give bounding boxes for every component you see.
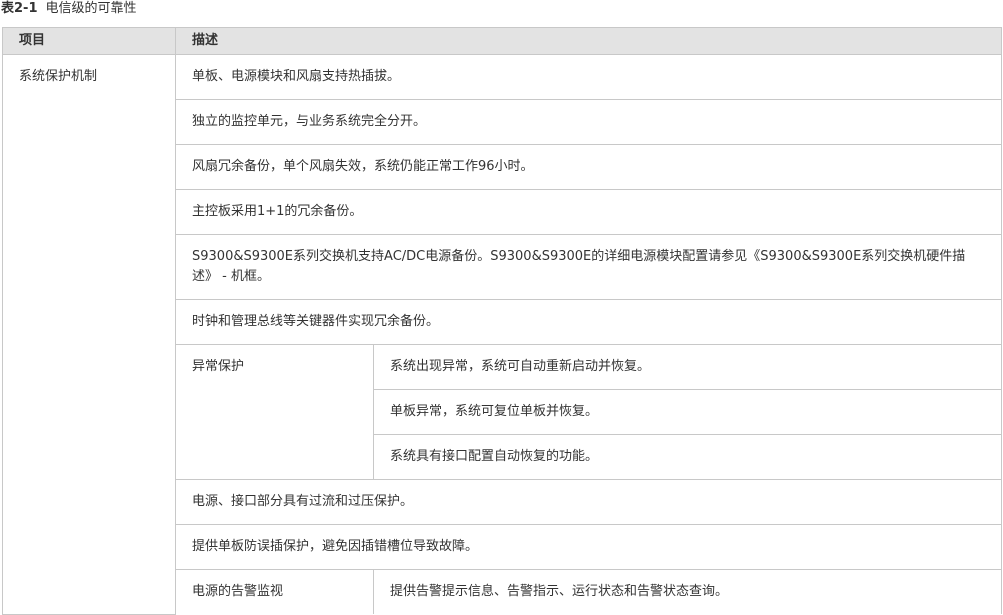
header-description: 描述 [174, 27, 1003, 55]
table-header-row: 项目 描述 [2, 27, 1003, 55]
header-item: 项目 [2, 27, 176, 55]
description-cell: 时钟和管理总线等关键器件实现冗余备份。 [174, 299, 1003, 345]
item-cell: 系统保护机制 [2, 54, 176, 615]
table-title: 电信级的可靠性 [45, 1, 137, 16]
description-cell: 独立的监控单元，与业务系统完全分开。 [174, 99, 1003, 145]
power-alarm-cell: 电源的告警监视 [175, 569, 374, 614]
description-cell: 单板异常，系统可复位单板并恢复。 [372, 389, 1003, 435]
description-cell: 系统具有接口配置自动恢复的功能。 [372, 434, 1003, 480]
description-cell: 单板、电源模块和风扇支持热插拔。 [174, 54, 1003, 100]
table-number: 表2-1 [1, 1, 38, 16]
description-cell: 电源、接口部分具有过流和过压保护。 [174, 479, 1003, 525]
description-cell: 主控板采用1+1的冗余备份。 [174, 189, 1003, 235]
description-cell: 提供告警提示信息、告警指示、运行状态和告警状态查询。 [372, 569, 1003, 614]
description-cell: 风扇冗余备份，单个风扇失效，系统仍能正常工作96小时。 [174, 144, 1003, 190]
table-row: 系统保护机制 单板、电源模块和风扇支持热插拔。 [2, 54, 1003, 615]
description-cell: S9300&S9300E系列交换机支持AC/DC电源备份。S9300&S9300… [174, 234, 1003, 300]
description-cell: 系统出现异常，系统可自动重新启动并恢复。 [372, 344, 1003, 390]
reliability-table: 项目 描述 系统保护机制 单板、电源模块和风扇支持热插拔。 独立的监控单元，与业… [2, 27, 1003, 615]
exception-protection-cell: 异常保护 [175, 344, 374, 480]
description-cell: 提供单板防误插保护，避免因插错槽位导致故障。 [174, 524, 1003, 570]
table-caption: 表2-1 电信级的可靠性 [1, 0, 137, 18]
